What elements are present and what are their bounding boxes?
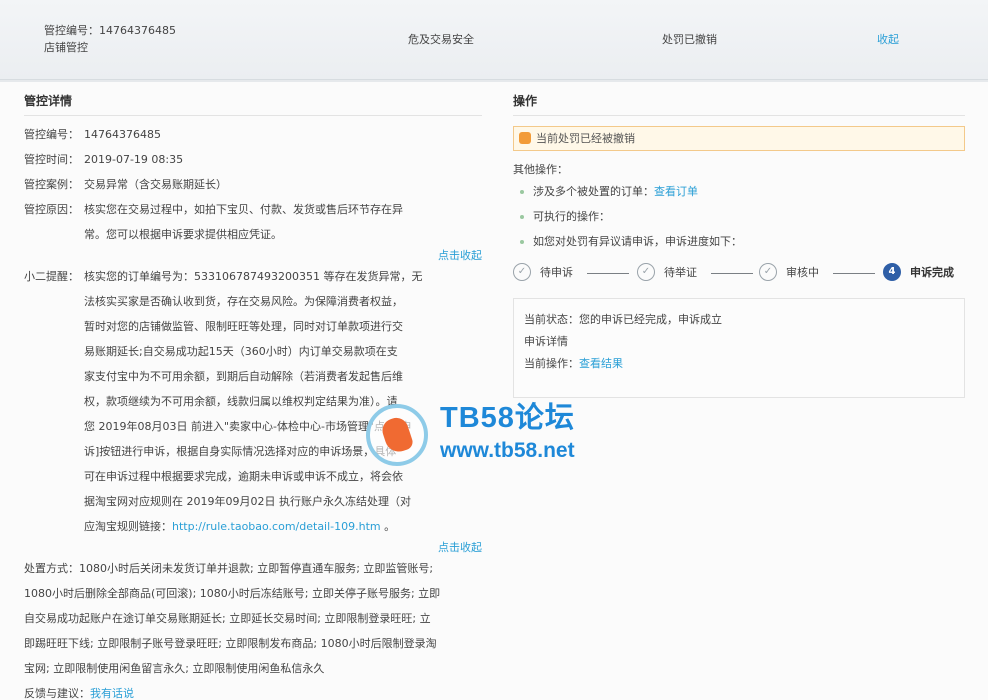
watermark-logo-icon bbox=[366, 404, 428, 466]
measure-line: 宝网; 立即限制使用闲鱼留言永久; 立即限制使用闲鱼私信永久 bbox=[24, 662, 325, 675]
field-label: 管控案例： bbox=[24, 178, 79, 191]
current-op-label: 当前操作： bbox=[524, 357, 579, 370]
control-type: 店铺管控 bbox=[44, 41, 88, 54]
section-title-operation: 操作 bbox=[513, 82, 965, 116]
collapse-reminder-link[interactable]: 点击收起 bbox=[24, 539, 482, 556]
field-value: 核实您在交易过程中，如拍下宝贝、付款、发货或售后环节存在异 bbox=[84, 203, 403, 216]
check-icon: ✓ bbox=[513, 263, 531, 281]
appeal-result-box: 当前状态：您的申诉已经完成，申诉成立 申诉详情 当前操作：查看结果 bbox=[513, 298, 965, 398]
feedback-link[interactable]: 我有话说 bbox=[90, 687, 134, 700]
check-icon: ✓ bbox=[759, 263, 777, 281]
view-result-link[interactable]: 查看结果 bbox=[579, 357, 623, 370]
field-control-time: 管控时间： 2019-07-19 08:35 bbox=[24, 147, 482, 172]
reminder-line: 权，款项继续为不可用余额，线款归属以维权判定结果为准）。请 bbox=[84, 395, 398, 408]
feedback-label: 反馈与建议： bbox=[24, 687, 90, 700]
collapse-reason-link[interactable]: 点击收起 bbox=[24, 247, 482, 264]
measure-line: 1080小时后删除全部商品(可回滚); 1080小时后冻结账号; 立即关停子账号… bbox=[24, 587, 441, 600]
appeal-detail-label: 申诉详情 bbox=[524, 335, 568, 348]
field-label: 管控时间： bbox=[24, 153, 79, 166]
step-label: 待举证 bbox=[664, 266, 697, 279]
current-operation: 当前操作：查看结果 bbox=[524, 353, 954, 375]
staff-reminder: 小二提醒： 核实您的订单编号为：533106787493200351 等存在发货… bbox=[24, 264, 482, 539]
measure-line: 即踢旺旺下线; 立即限制子账号登录旺旺; 立即限制发布商品; 1080小时后限制… bbox=[24, 637, 437, 650]
field-value: 14764376485 bbox=[84, 128, 161, 141]
list-item: 涉及多个被处置的订单：查看订单 bbox=[513, 179, 965, 204]
field-value: 交易异常（含交易账期延长） bbox=[84, 178, 227, 191]
step-connector bbox=[587, 273, 629, 274]
reminder-line: 法核实买家是否确认收到货，存在交易风险。为保障消费者权益， bbox=[84, 295, 403, 308]
list-item: 如您对处罚有异议请申诉，申诉进度如下： bbox=[513, 229, 965, 254]
notice-text: 当前处罚已经被撤销 bbox=[536, 132, 635, 145]
hand-icon bbox=[379, 414, 415, 456]
watermark-title: TB58论坛 bbox=[440, 402, 575, 434]
penalty-status: 处罚已撤销 bbox=[662, 33, 717, 46]
rule-link-suffix: 。 bbox=[380, 520, 396, 533]
step-label: 申诉完成 bbox=[910, 266, 954, 279]
field-control-case: 管控案例： 交易异常（含交易账期延长） bbox=[24, 172, 482, 197]
field-label: 管控原因： bbox=[24, 203, 79, 216]
control-id: 管控编号：14764376485 bbox=[44, 24, 176, 37]
field-control-reason: 管控原因： 核实您在交易过程中，如拍下宝贝、付款、发货或售后环节存在异 常。您可… bbox=[24, 197, 482, 247]
reminder-line: 可在申诉过程中根据要求完成，逾期未申诉或申诉不成立，将会依 bbox=[84, 470, 403, 483]
detail-panel: 管控详情 管控编号： 14764376485 管控时间： 2019-07-19 … bbox=[0, 82, 988, 700]
disposal-measures: 处置方式：1080小时后关闭未发货订单并退款; 立即暂停直通车服务; 立即监管账… bbox=[24, 556, 482, 681]
reminder-line: 暂时对您的店铺做监管、限制旺旺等处理，同时对订单款项进行交 bbox=[84, 320, 403, 333]
list-item: 可执行的操作： bbox=[513, 204, 965, 229]
measure-line: 自交易成功起账户在途订单交易账期延长; 立即延长交易时间; 立即限制登录旺旺; … bbox=[24, 612, 431, 625]
reminder-line: 家支付宝中为不可用余额，到期后自动解除（若消费者发起售后维 bbox=[84, 370, 403, 383]
appeal-status: 当前状态：您的申诉已经完成，申诉成立 bbox=[524, 313, 722, 326]
rule-link-line: 应淘宝规则链接：http://rule.taobao.com/detail-10… bbox=[24, 514, 482, 539]
reminder-lines: 法核实买家是否确认收到货，存在交易风险。为保障消费者权益， 暂时对您的店铺做监管、… bbox=[24, 289, 482, 514]
other-operations-title: 其他操作： bbox=[513, 163, 568, 176]
view-orders-link[interactable]: 查看订单 bbox=[654, 185, 698, 198]
control-id-block: 管控编号：14764376485 店铺管控 bbox=[44, 22, 176, 56]
field-value: 常。您可以根据申诉要求提供相应凭证。 bbox=[84, 228, 282, 241]
rule-link-prefix: 应淘宝规则链接： bbox=[84, 520, 172, 533]
reminder-line: 据淘宝网对应规则在 2019年09月02日 执行账户永久冻结处理（对 bbox=[84, 495, 411, 508]
step-label: 审核中 bbox=[786, 266, 819, 279]
field-label: 管控编号： bbox=[24, 128, 79, 141]
section-title-detail: 管控详情 bbox=[24, 82, 482, 116]
operation-section: 操作 当前处罚已经被撤销 其他操作： 涉及多个被处置的订单：查看订单 可执行的操… bbox=[513, 82, 965, 398]
field-value: 2019-07-19 08:35 bbox=[84, 153, 184, 166]
field-control-id: 管控编号： 14764376485 bbox=[24, 122, 482, 147]
control-category: 危及交易安全 bbox=[408, 33, 474, 46]
step-connector bbox=[833, 273, 875, 274]
control-summary-bar: 管控编号：14764376485 店铺管控 危及交易安全 处罚已撤销 收起 bbox=[0, 0, 988, 80]
warning-icon bbox=[519, 132, 531, 144]
appeal-progress: ✓ 待申诉 ✓ 待举证 ✓ 审核中 4 申诉完成 bbox=[513, 262, 965, 294]
revoked-notice: 当前处罚已经被撤销 bbox=[513, 126, 965, 151]
watermark-url: www.tb58.net bbox=[440, 439, 575, 462]
step-label: 待申诉 bbox=[540, 266, 573, 279]
feedback-row: 反馈与建议：我有话说 bbox=[24, 681, 482, 700]
bullet-text: 涉及多个被处置的订单： bbox=[533, 185, 654, 198]
reminder-label: 小二提醒： bbox=[24, 270, 79, 283]
collapse-link[interactable]: 收起 bbox=[877, 31, 899, 47]
reminder-line: 易账期延长;自交易成功起15天（360小时）内订单交易款项在支 bbox=[84, 345, 398, 358]
measure-line: 处置方式：1080小时后关闭未发货订单并退款; 立即暂停直通车服务; 立即监管账… bbox=[24, 562, 434, 575]
rule-link[interactable]: http://rule.taobao.com/detail-109.htm bbox=[172, 520, 381, 533]
step-connector bbox=[711, 273, 753, 274]
check-icon: ✓ bbox=[637, 263, 655, 281]
control-detail-section: 管控详情 管控编号： 14764376485 管控时间： 2019-07-19 … bbox=[24, 82, 482, 700]
reminder-line: 核实您的订单编号为：533106787493200351 等存在发货异常，无 bbox=[84, 270, 423, 283]
step-number-icon: 4 bbox=[883, 263, 901, 281]
